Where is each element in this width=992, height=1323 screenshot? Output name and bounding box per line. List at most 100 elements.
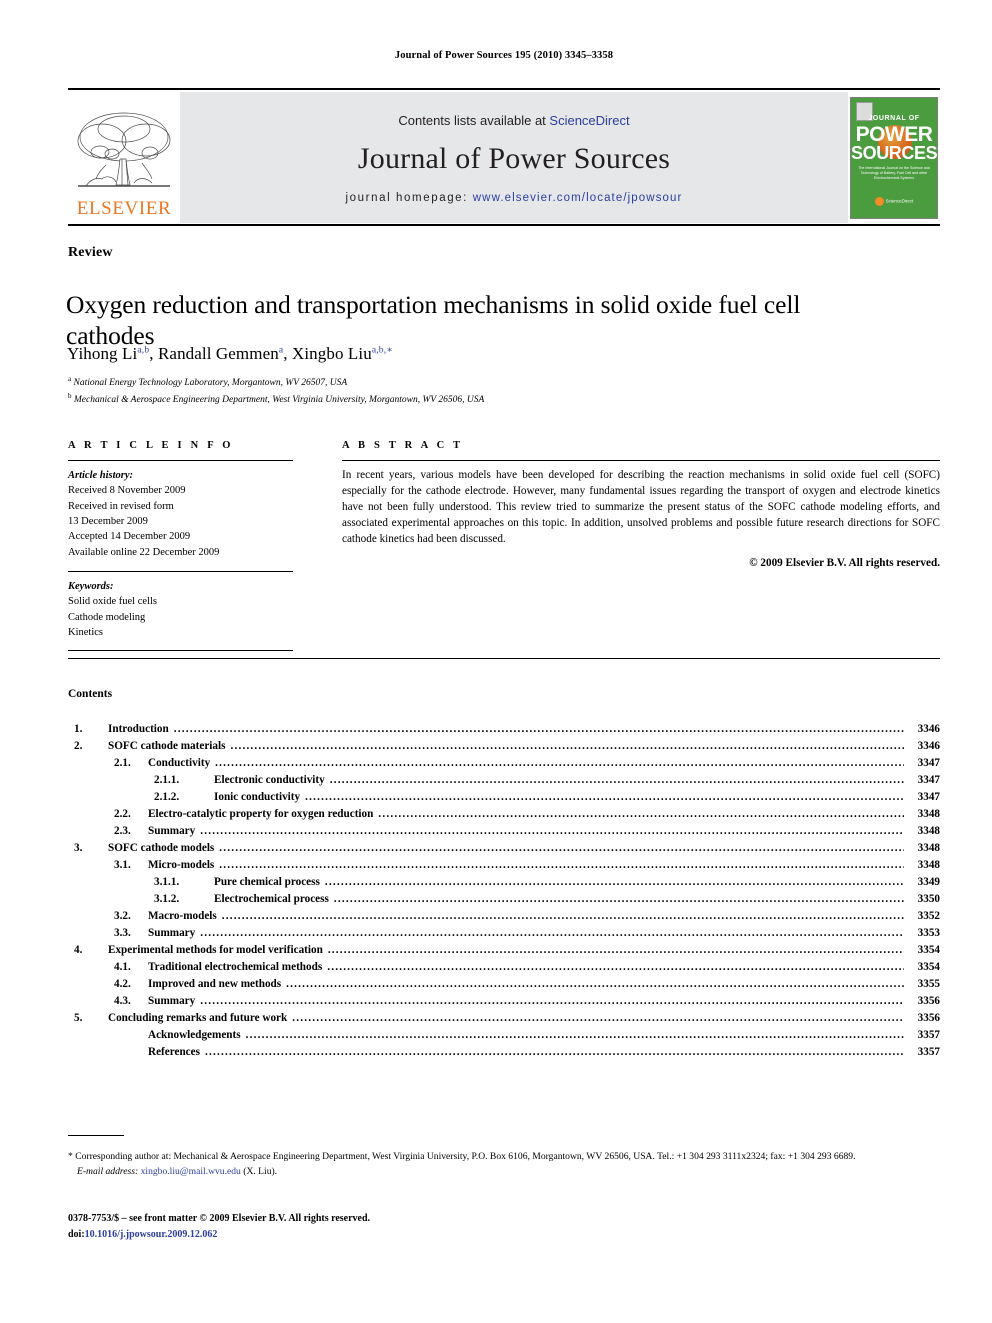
toc-entry-page: 3350 — [917, 893, 940, 906]
toc-entry[interactable]: 3.3. Summary.............................… — [68, 925, 940, 942]
toc-entry-number: 4.2. — [114, 978, 131, 991]
toc-entry-page: 3348 — [917, 808, 940, 821]
cover-line3: SOURCES — [851, 142, 938, 163]
toc-entry-label: Summary — [148, 927, 196, 940]
toc-leader-dots: ........................................… — [204, 1046, 904, 1059]
toc-leader-dots: ........................................… — [329, 774, 904, 787]
keywords-block: Keywords: Solid oxide fuel cells Cathode… — [68, 579, 293, 640]
article-history-item: 13 December 2009 — [68, 515, 148, 527]
toc-entry-label: Traditional electrochemical methods — [148, 961, 323, 974]
email-label: E-mail address: — [77, 1165, 139, 1177]
footnote-block: * Corresponding author at: Mechanical & … — [68, 1150, 940, 1179]
author-name: Xingbo Liu — [291, 344, 372, 363]
corresponding-author-note: * Corresponding author at: Mechanical & … — [68, 1151, 856, 1162]
toc-entry-label: Micro-models — [148, 859, 215, 872]
abstract-copyright: © 2009 Elsevier B.V. All rights reserved… — [749, 556, 940, 569]
toc-entry[interactable]: 4.2. Improved and new methods............… — [68, 976, 940, 993]
cover-line2: POWER — [855, 122, 933, 146]
toc-entry[interactable]: 5. Concluding remarks and future work....… — [68, 1010, 940, 1027]
toc-entry[interactable]: 3.1.1. Pure chemical process.............… — [68, 874, 940, 891]
doi-link[interactable]: 10.1016/j.jpowsour.2009.12.062 — [85, 1229, 218, 1240]
toc-entry[interactable]: 2.1.1. Electronic conductivity...........… — [68, 772, 940, 789]
article-info-column: A R T I C L E I N F O Article history: R… — [68, 440, 293, 640]
article-info-bottom-rule — [68, 650, 293, 651]
author-name: Yihong Li — [67, 344, 138, 363]
article-title: Oxygen reduction and transportation mech… — [66, 290, 801, 351]
toc-entry[interactable]: 2. SOFC cathode materials................… — [68, 738, 940, 755]
keywords-rule — [68, 570, 293, 572]
toc-entry[interactable]: 4.1. Traditional electrochemical methods.… — [68, 959, 940, 976]
toc-leader-dots: ........................................… — [327, 961, 904, 974]
toc-entry-page: 3357 — [917, 1029, 940, 1042]
toc-leader-dots: ........................................… — [286, 978, 904, 991]
toc-leader-dots: ........................................… — [215, 757, 904, 770]
toc-entry-number: 2.1. — [114, 757, 131, 770]
toc-entry[interactable]: 4.3. Summary.............................… — [68, 993, 940, 1010]
author-affil-marker: a,b — [137, 345, 150, 356]
email-link[interactable]: xingbo.liu@mail.wvu.edu — [141, 1166, 241, 1177]
toc-entry[interactable]: 3.1.2. Electrochemical process...........… — [68, 891, 940, 908]
toc-entry-number: 2.2. — [114, 808, 131, 821]
doi-line: doi:10.1016/j.jpowsour.2009.12.062 — [68, 1227, 940, 1243]
toc-entry-number: 2.3. — [114, 825, 131, 838]
journal-masthead: ELSEVIER Contents lists available at Sci… — [68, 88, 940, 223]
toc-entry-page: 3356 — [917, 1012, 940, 1025]
toc-entry-page: 3347 — [917, 757, 940, 770]
toc-entry[interactable]: 3.2. Macro-models........................… — [68, 908, 940, 925]
toc-entry-label: Macro-models — [148, 910, 217, 923]
toc-entry-label: Acknowledgements — [148, 1029, 241, 1042]
toc-entry-number: 2. — [74, 740, 83, 753]
toc-entry-page: 3357 — [917, 1046, 940, 1059]
toc-entry[interactable]: 3. SOFC cathode models...................… — [68, 840, 940, 857]
cover-sciencedirect-icon — [874, 196, 884, 206]
keyword-item: Kinetics — [68, 626, 103, 638]
toc-entry-number: 1. — [74, 723, 83, 735]
author-entry: Randall Gemmena, — [158, 344, 292, 363]
article-history-item: Accepted 14 December 2009 — [68, 531, 191, 543]
table-of-contents: 1. Introduction..........................… — [68, 721, 940, 1061]
affiliation-list: a National Energy Technology Laboratory,… — [68, 374, 868, 408]
toc-entry[interactable]: Acknowledgements........................… — [68, 1027, 940, 1044]
toc-entry-number: 2.1.1. — [154, 774, 180, 787]
toc-leader-dots: ........................................… — [230, 740, 904, 753]
toc-entry-page: 3346 — [917, 740, 940, 753]
toc-entry[interactable]: References..............................… — [68, 1044, 940, 1061]
toc-entry[interactable]: 2.2. Electro-catalytic property for oxyge… — [68, 806, 940, 823]
author-affil-marker: a,b,∗ — [371, 345, 393, 356]
elsevier-logo: ELSEVIER — [68, 92, 180, 223]
toc-leader-dots: ........................................… — [200, 995, 904, 1008]
article-history-item: Received in revised form — [68, 500, 174, 512]
sciencedirect-link[interactable]: ScienceDirect — [549, 113, 629, 128]
toc-entry-label: Summary — [148, 995, 196, 1008]
toc-entry-page: 3356 — [917, 995, 940, 1008]
toc-entry[interactable]: 2.3. Summary.............................… — [68, 823, 940, 840]
toc-entry-page: 3348 — [917, 825, 940, 838]
article-doctype: Review — [68, 245, 113, 260]
toc-entry-label: Improved and new methods — [148, 978, 282, 991]
toc-entry-number: 4.1. — [114, 961, 131, 974]
toc-entry-page: 3348 — [917, 842, 940, 855]
toc-entry-label: Electro-catalytic property for oxygen re… — [148, 808, 374, 821]
toc-entry[interactable]: 1. Introduction..........................… — [68, 721, 940, 738]
journal-homepage-link[interactable]: www.elsevier.com/locate/jpowsour — [473, 192, 683, 204]
imprint-block: 0378-7753/$ – see front matter © 2009 El… — [68, 1211, 940, 1243]
cover-subtitle: The International Journal on the Science… — [858, 165, 930, 181]
toc-entry-number: 5. — [74, 1012, 83, 1025]
toc-leader-dots: ........................................… — [245, 1029, 904, 1042]
toc-entry-label: SOFC cathode models — [108, 842, 215, 855]
elsevier-wordmark: ELSEVIER — [76, 198, 172, 219]
article-info-heading: A R T I C L E I N F O — [68, 440, 234, 451]
toc-entry-label: References — [148, 1046, 200, 1059]
toc-leader-dots: ........................................… — [292, 1012, 904, 1025]
toc-entry[interactable]: 2.1. Conductivity........................… — [68, 755, 940, 772]
abstract-rule — [342, 460, 940, 461]
toc-entry[interactable]: 4. Experimental methods for model verific… — [68, 942, 940, 959]
toc-leader-dots: ........................................… — [219, 842, 904, 855]
contents-heading: Contents — [68, 688, 113, 700]
cover-line1: JOURNAL OF — [868, 114, 920, 122]
toc-entry[interactable]: 2.1.2. Ionic conductivity................… — [68, 789, 940, 806]
toc-entry-label: Concluding remarks and future work — [108, 1012, 288, 1025]
toc-entry-number: 4. — [74, 944, 83, 957]
toc-entry[interactable]: 3.1. Micro-models........................… — [68, 857, 940, 874]
keyword-item: Cathode modeling — [68, 611, 146, 623]
